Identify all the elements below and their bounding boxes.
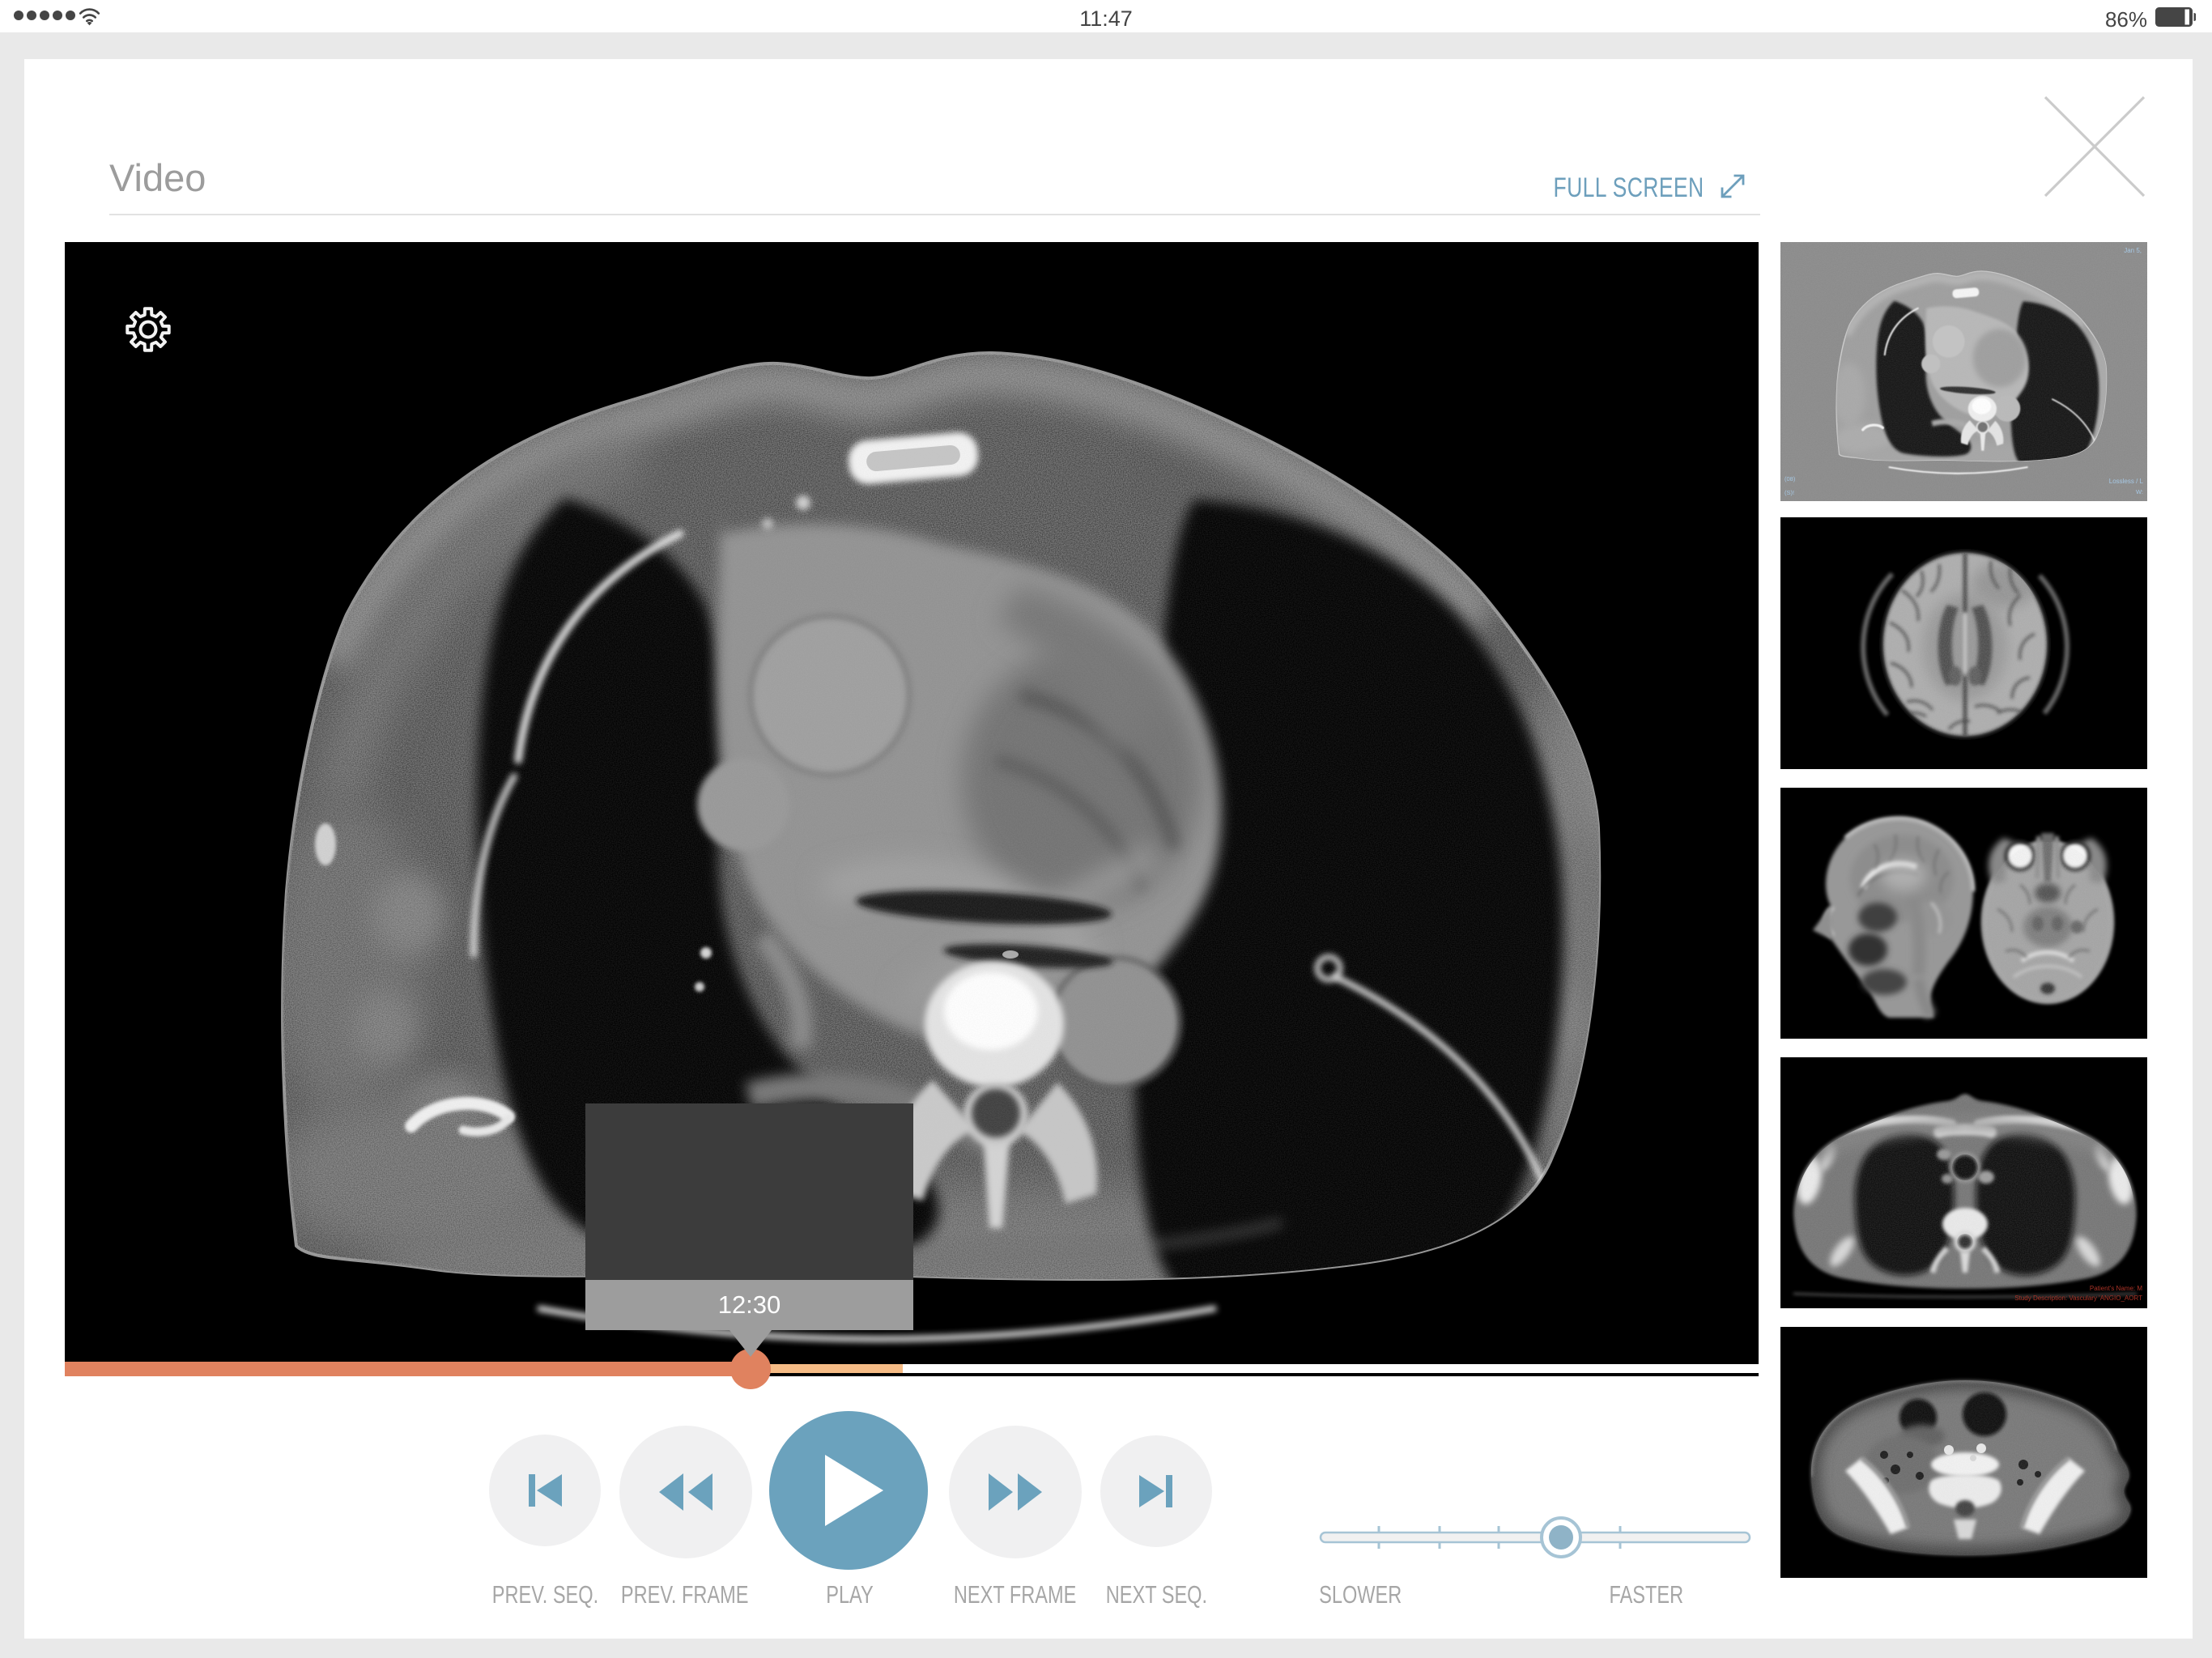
svg-text:Jan 5,: Jan 5, [2124,247,2142,254]
svg-text:(S)!: (S)! [1784,489,1794,496]
svg-text:W:: W: [2136,488,2143,495]
svg-text:Lossless / L: Lossless / L [2109,478,2144,485]
svg-text:Patient's Name: M: Patient's Name: M [2090,1285,2142,1292]
svg-text:Study Description: Vasculary ': Study Description: Vasculary 'ANGIO_AORT [2014,1295,2142,1302]
svg-text:(08): (08) [1784,475,1796,483]
